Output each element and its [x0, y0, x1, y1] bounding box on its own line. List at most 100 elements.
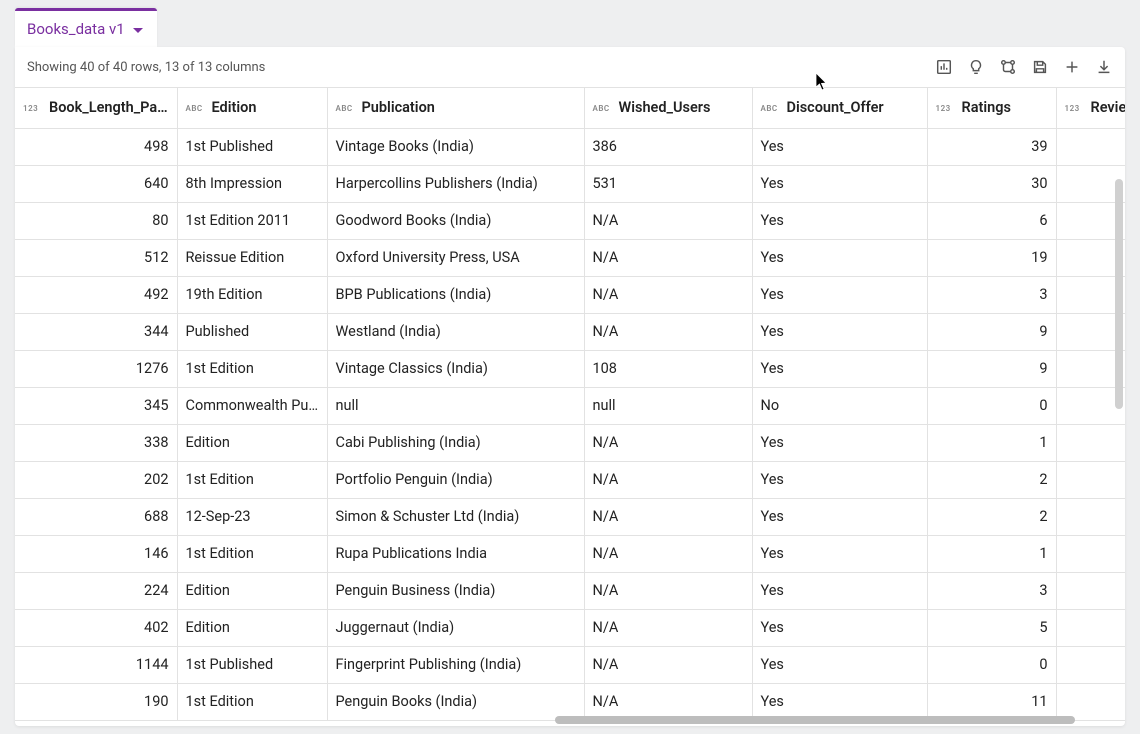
cell-ratings[interactable]: 3 — [927, 276, 1056, 313]
cell-pub[interactable]: Harpercollins Publishers (India) — [327, 165, 584, 202]
save-icon[interactable] — [1031, 58, 1049, 76]
cell-edition[interactable]: 1st Edition — [177, 535, 327, 572]
cell-discount[interactable]: Yes — [752, 202, 927, 239]
cell-length[interactable]: 338 — [15, 424, 177, 461]
download-icon[interactable] — [1095, 58, 1113, 76]
cell-pub[interactable]: Westland (India) — [327, 313, 584, 350]
cell-edition[interactable]: Edition — [177, 424, 327, 461]
cell-discount[interactable]: Yes — [752, 276, 927, 313]
cell-reviews[interactable] — [1056, 535, 1125, 572]
cell-length[interactable]: 492 — [15, 276, 177, 313]
cell-edition[interactable]: 1st Published — [177, 646, 327, 683]
cell-ratings[interactable]: 2 — [927, 498, 1056, 535]
cell-length[interactable]: 512 — [15, 239, 177, 276]
column-header-wished[interactable]: ABCWished_Users — [584, 88, 752, 128]
column-header-reviews[interactable]: 123Review — [1056, 88, 1125, 128]
cell-discount[interactable]: Yes — [752, 498, 927, 535]
cell-wished[interactable]: N/A — [584, 609, 752, 646]
cell-wished[interactable]: 531 — [584, 165, 752, 202]
cell-length[interactable]: 1276 — [15, 350, 177, 387]
cell-ratings[interactable]: 0 — [927, 646, 1056, 683]
cell-pub[interactable]: Simon & Schuster Ltd (India) — [327, 498, 584, 535]
cell-pub[interactable]: Vintage Classics (India) — [327, 350, 584, 387]
table-row[interactable]: 801st Edition 2011Goodword Books (India)… — [15, 202, 1125, 239]
table-row[interactable]: 6408th ImpressionHarpercollins Publisher… — [15, 165, 1125, 202]
cell-edition[interactable]: Edition — [177, 609, 327, 646]
table-row[interactable]: 4981st PublishedVintage Books (India)386… — [15, 128, 1125, 165]
table-row[interactable]: 2021st EditionPortfolio Penguin (India)N… — [15, 461, 1125, 498]
cell-ratings[interactable]: 19 — [927, 239, 1056, 276]
cell-wished[interactable]: N/A — [584, 313, 752, 350]
table-row[interactable]: 49219th EditionBPB Publications (India)N… — [15, 276, 1125, 313]
table-row[interactable]: 68812-Sep-23Simon & Schuster Ltd (India)… — [15, 498, 1125, 535]
cell-wished[interactable]: N/A — [584, 646, 752, 683]
branch-icon[interactable] — [999, 58, 1017, 76]
cell-ratings[interactable]: 1 — [927, 424, 1056, 461]
cell-discount[interactable]: Yes — [752, 683, 927, 720]
cell-length[interactable]: 1144 — [15, 646, 177, 683]
cell-discount[interactable]: Yes — [752, 239, 927, 276]
table-row[interactable]: 338EditionCabi Publishing (India)N/AYes1 — [15, 424, 1125, 461]
cell-length[interactable]: 344 — [15, 313, 177, 350]
cell-ratings[interactable]: 30 — [927, 165, 1056, 202]
data-grid[interactable]: 123Book_Length_Pa…ABCEditionABCPublicati… — [15, 88, 1125, 726]
cell-discount[interactable]: Yes — [752, 313, 927, 350]
cell-discount[interactable]: Yes — [752, 572, 927, 609]
cell-wished[interactable]: N/A — [584, 239, 752, 276]
cell-ratings[interactable]: 3 — [927, 572, 1056, 609]
cell-edition[interactable]: 1st Edition — [177, 683, 327, 720]
cell-wished[interactable]: 108 — [584, 350, 752, 387]
cell-length[interactable]: 224 — [15, 572, 177, 609]
cell-length[interactable]: 402 — [15, 609, 177, 646]
cell-edition[interactable]: 1st Published — [177, 128, 327, 165]
cell-ratings[interactable]: 2 — [927, 461, 1056, 498]
column-header-edition[interactable]: ABCEdition — [177, 88, 327, 128]
cell-ratings[interactable]: 9 — [927, 350, 1056, 387]
cell-reviews[interactable] — [1056, 683, 1125, 720]
cell-discount[interactable]: Yes — [752, 646, 927, 683]
cell-length[interactable]: 345 — [15, 387, 177, 424]
cell-wished[interactable]: N/A — [584, 424, 752, 461]
cell-wished[interactable]: N/A — [584, 572, 752, 609]
column-header-pub[interactable]: ABCPublication — [327, 88, 584, 128]
cell-wished[interactable]: N/A — [584, 683, 752, 720]
cell-edition[interactable]: 1st Edition — [177, 350, 327, 387]
plus-icon[interactable] — [1063, 58, 1081, 76]
cell-pub[interactable]: Juggernaut (India) — [327, 609, 584, 646]
cell-edition[interactable]: Commonwealth Pub. — [177, 387, 327, 424]
cell-ratings[interactable]: 1 — [927, 535, 1056, 572]
cell-reviews[interactable] — [1056, 128, 1125, 165]
cell-reviews[interactable] — [1056, 646, 1125, 683]
cell-pub[interactable]: Penguin Books (India) — [327, 683, 584, 720]
cell-reviews[interactable] — [1056, 572, 1125, 609]
column-header-length[interactable]: 123Book_Length_Pa… — [15, 88, 177, 128]
horizontal-scrollbar-thumb[interactable] — [555, 716, 1075, 724]
cell-length[interactable]: 640 — [15, 165, 177, 202]
cell-reviews[interactable] — [1056, 424, 1125, 461]
cell-pub[interactable]: Vintage Books (India) — [327, 128, 584, 165]
cell-ratings[interactable]: 11 — [927, 683, 1056, 720]
cell-pub[interactable]: Goodword Books (India) — [327, 202, 584, 239]
cell-edition[interactable]: Published — [177, 313, 327, 350]
cell-edition[interactable]: 1st Edition 2011 — [177, 202, 327, 239]
cell-reviews[interactable] — [1056, 461, 1125, 498]
cell-discount[interactable]: No — [752, 387, 927, 424]
cell-length[interactable]: 498 — [15, 128, 177, 165]
cell-reviews[interactable] — [1056, 609, 1125, 646]
column-header-ratings[interactable]: 123Ratings — [927, 88, 1056, 128]
cell-edition[interactable]: 19th Edition — [177, 276, 327, 313]
cell-discount[interactable]: Yes — [752, 350, 927, 387]
table-row[interactable]: 11441st PublishedFingerprint Publishing … — [15, 646, 1125, 683]
cell-discount[interactable]: Yes — [752, 128, 927, 165]
table-row[interactable]: 512Reissue EditionOxford University Pres… — [15, 239, 1125, 276]
cell-pub[interactable]: Portfolio Penguin (India) — [327, 461, 584, 498]
cell-pub[interactable]: Oxford University Press, USA — [327, 239, 584, 276]
cell-length[interactable]: 190 — [15, 683, 177, 720]
cell-reviews[interactable] — [1056, 498, 1125, 535]
table-row[interactable]: 344PublishedWestland (India)N/AYes9 — [15, 313, 1125, 350]
table-row[interactable]: 1901st EditionPenguin Books (India)N/AYe… — [15, 683, 1125, 720]
cell-wished[interactable]: N/A — [584, 535, 752, 572]
dataset-tab[interactable]: Books_data v1 — [15, 8, 157, 47]
table-row[interactable]: 402EditionJuggernaut (India)N/AYes5 — [15, 609, 1125, 646]
table-row[interactable]: 345Commonwealth Pub.nullnullNo0 — [15, 387, 1125, 424]
